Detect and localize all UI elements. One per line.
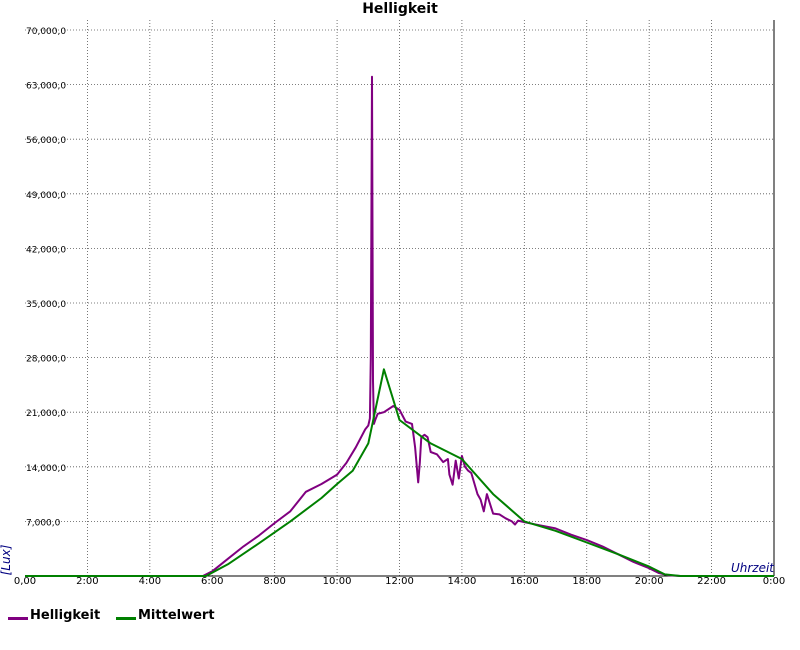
chart: 0,00 2:00 4:00 6:00 8:00 10:00 12:00 14:00 16:00… — [0, 20, 785, 587]
y-tick-label-2: 21,000,0 — [26, 409, 66, 419]
y-tick-label-8: 63,000,0 — [26, 82, 66, 92]
y-axis-label: [Lux] — [0, 544, 13, 575]
y-tick-label-4: 35,000,0 — [26, 300, 66, 310]
x-tick-label-11: 22:00 — [697, 576, 726, 587]
y-tick-label-7: 56,000,0 — [26, 136, 66, 146]
series-line-mittelwert — [25, 368, 774, 577]
x-tick-label-8: 16:00 — [510, 576, 539, 587]
y-tick-label-9: 70,000,0 — [26, 27, 66, 37]
y-tick-label-6: 49,000,0 — [26, 191, 66, 201]
x-tick-labels: 0,00 2:00 4:00 6:00 8:00 10:00 12:00 14:00 16:00… — [14, 576, 785, 587]
y-tick-label-3: 28,000,0 — [26, 355, 66, 365]
legend-swatch — [116, 617, 136, 620]
x-tick-label-9: 18:00 — [572, 576, 601, 587]
legend-label: Mittelwert — [138, 608, 215, 623]
x-tick-label-1: 2:00 — [76, 576, 98, 587]
x-tick-label-4: 8:00 — [263, 576, 285, 587]
grid — [25, 20, 774, 576]
x-tick-label-5: 10:00 — [323, 576, 352, 587]
legend-label: Helligkeit — [30, 608, 101, 623]
y-tick-label-1: 14,000,0 — [26, 464, 66, 474]
x-tick-label-6: 12:00 — [385, 576, 414, 587]
x-axis-label: Uhrzeit — [731, 561, 775, 575]
y-tick-label-5: 42,000,0 — [26, 245, 66, 255]
x-tick-label-3: 6:00 — [201, 576, 223, 587]
y-tick-label-0: 7,000,0 — [26, 518, 61, 528]
x-tick-label-2: 4:00 — [139, 576, 161, 587]
legend-swatch — [8, 617, 28, 620]
x-tick-label-7: 14:00 — [448, 576, 477, 587]
y-tick-labels: 7,000,0 14,000,0 21,000,0 28,000,0 35,000,0 4… — [26, 27, 66, 528]
x-tick-label-10: 20:00 — [635, 576, 664, 587]
x-tick-label-0: 0,00 — [14, 576, 36, 587]
x-tick-label-12: 0:00 — [763, 576, 785, 587]
